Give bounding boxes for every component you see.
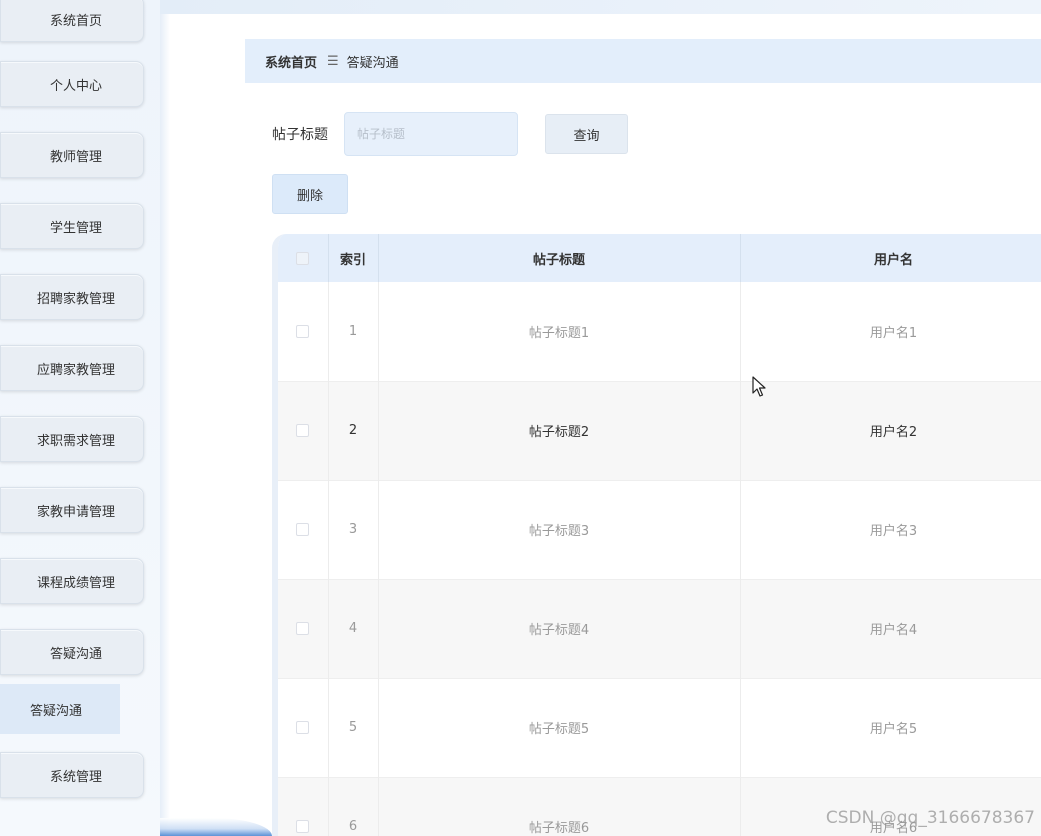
row-index: 5 [328,678,379,777]
decorative-wave [160,818,272,836]
row-title: 帖子标题6 [378,777,741,836]
header-username[interactable]: 用户名 [740,234,1041,282]
row-username: 用户名1 [740,282,1041,381]
row-checkbox[interactable] [296,721,310,734]
sidebar-item-personal-center[interactable]: 个人中心 [0,61,144,107]
table-header-row: 索引 帖子标题 用户名 [278,234,1041,282]
search-label: 帖子标题 [272,127,328,143]
breadcrumb-separator-icon: ☰ [327,53,339,69]
sidebar-item-teacher-management[interactable]: 教师管理 [0,132,144,178]
sidebar-item-recruit-tutor-management[interactable]: 招聘家教管理 [0,274,144,320]
row-select-cell [278,777,329,836]
row-title: 帖子标题2 [378,381,741,480]
sidebar-item-qa-communication[interactable]: 答疑沟通 [0,629,144,675]
top-strip [160,0,1041,14]
row-title: 帖子标题1 [378,282,741,381]
header-index[interactable]: 索引 [328,234,379,282]
data-table: 索引 帖子标题 用户名 1 帖子标题1 用户名1 2 帖子标题2 用户名2 3 … [272,234,1041,836]
sidebar-item-home[interactable]: 系统首页 [0,0,144,42]
row-checkbox[interactable] [296,820,310,833]
row-index: 4 [328,579,379,678]
header-title[interactable]: 帖子标题 [378,234,741,282]
row-index: 2 [328,381,379,480]
row-username: 用户名2 [740,381,1041,480]
table-row[interactable]: 2 帖子标题2 用户名2 [278,381,1041,480]
row-title: 帖子标题5 [378,678,741,777]
row-select-cell [278,678,329,777]
query-button[interactable]: 查询 [545,114,628,154]
row-select-cell [278,381,329,480]
header-select-all [278,234,329,282]
sidebar: 系统首页 个人中心 教师管理 学生管理 招聘家教管理 应聘家教管理 求职需求管理… [0,0,160,836]
mouse-pointer-icon [752,376,766,397]
row-title: 帖子标题4 [378,579,741,678]
row-checkbox[interactable] [296,622,310,635]
delete-button[interactable]: 删除 [272,174,348,214]
row-title: 帖子标题3 [378,480,741,579]
sidebar-item-course-grade-management[interactable]: 课程成绩管理 [0,558,144,604]
row-select-cell [278,579,329,678]
table-row[interactable]: 3 帖子标题3 用户名3 [278,480,1041,579]
row-username: 用户名4 [740,579,1041,678]
watermark: CSDN @qq_3166678367 [825,808,1035,828]
main-content: 系统首页 ☰ 答疑沟通 帖子标题 查询 删除 索引 帖子标题 用户名 1 [160,0,1041,836]
select-all-checkbox[interactable] [296,251,310,265]
search-input[interactable] [344,112,518,156]
table-row[interactable]: 4 帖子标题4 用户名4 [278,579,1041,678]
sidebar-item-job-demand-management[interactable]: 求职需求管理 [0,416,144,462]
sidebar-item-tutor-application-management[interactable]: 家教申请管理 [0,487,144,533]
row-index: 3 [328,480,379,579]
breadcrumb: 系统首页 ☰ 答疑沟通 [245,39,1041,83]
sidebar-item-apply-tutor-management[interactable]: 应聘家教管理 [0,345,144,391]
breadcrumb-home[interactable]: 系统首页 [265,52,317,71]
row-select-cell [278,282,329,381]
sidebar-subitem-qa-communication[interactable]: 答疑沟通 [0,684,120,734]
row-select-cell [278,480,329,579]
row-username: 用户名3 [740,480,1041,579]
table-row[interactable]: 5 帖子标题5 用户名5 [278,678,1041,777]
row-username: 用户名5 [740,678,1041,777]
left-shadow [160,14,170,836]
row-checkbox[interactable] [296,523,310,536]
row-index: 6 [328,777,379,836]
row-checkbox[interactable] [296,324,310,338]
breadcrumb-current: 答疑沟通 [346,55,399,71]
row-checkbox[interactable] [296,424,310,437]
row-index: 1 [328,282,379,381]
sidebar-item-system-management[interactable]: 系统管理 [0,752,144,798]
table-row[interactable]: 1 帖子标题1 用户名1 [278,282,1041,381]
sidebar-item-student-management[interactable]: 学生管理 [0,203,144,249]
